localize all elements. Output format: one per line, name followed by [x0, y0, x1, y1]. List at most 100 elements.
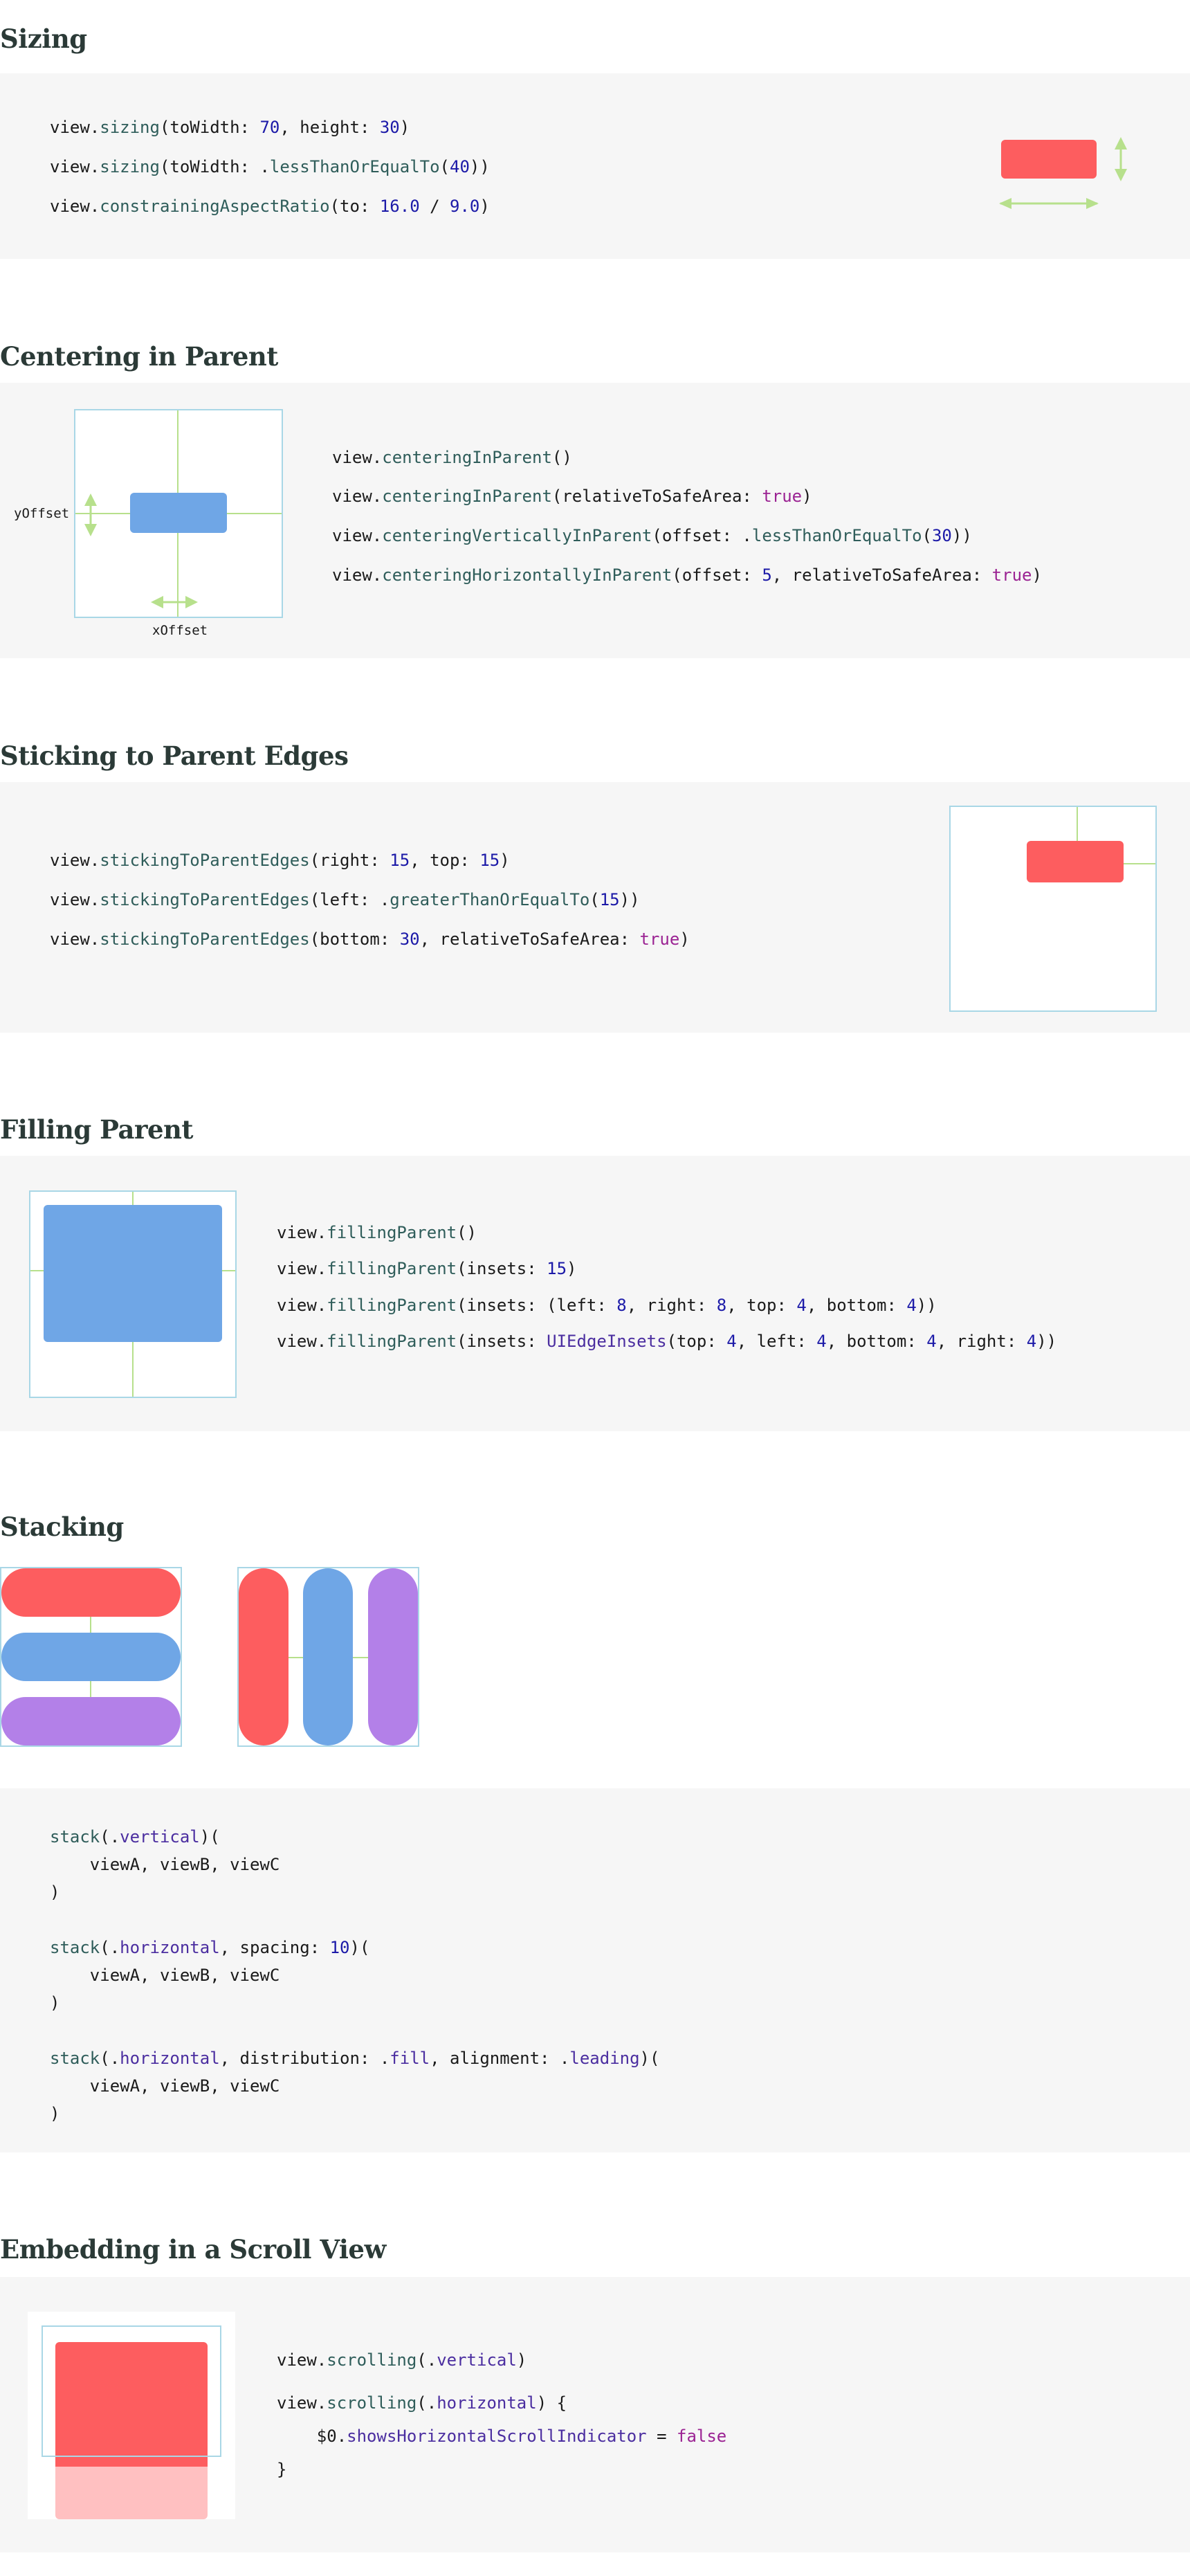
- code-token: 4: [926, 1332, 937, 1351]
- code-token: 10: [329, 1938, 350, 1957]
- code-token: ): [500, 851, 510, 870]
- code-line: view.scrolling(.vertical): [277, 2352, 527, 2368]
- code-token: viewA, viewB, viewC: [50, 1966, 280, 1985]
- scroll-panel: view.scrolling(.vertical) view.scrolling…: [0, 2277, 1190, 2552]
- code-token: stickingToParentEdges: [100, 929, 310, 949]
- code-token: view.: [50, 929, 100, 949]
- code-token: (.: [416, 2350, 437, 2370]
- code-token: horizontal: [120, 2049, 220, 2068]
- code-token: view.: [332, 565, 383, 585]
- code-token: (bottom:: [309, 929, 400, 949]
- code-token: ): [1032, 565, 1042, 585]
- code-token: (): [551, 448, 572, 467]
- code-token: view.: [50, 851, 100, 870]
- code-token: stickingToParentEdges: [100, 851, 310, 870]
- code-line: view.stickingToParentEdges(right: 15, to…: [50, 852, 510, 869]
- code-token: }: [277, 2460, 287, 2479]
- code-token: 30: [931, 526, 952, 545]
- stack-view-b: [303, 1568, 353, 1745]
- code-line: view.centeringHorizontallyInParent(offse…: [332, 567, 1042, 583]
- section-title-centering: Centering in Parent: [0, 341, 278, 372]
- stack-view-b: [1, 1633, 181, 1681]
- code-token: , alignment: .: [430, 2049, 570, 2068]
- code-token: centeringInParent: [382, 448, 552, 467]
- code-token: ): [679, 929, 690, 949]
- code-token: 4: [726, 1332, 737, 1351]
- code-line: view.stickingToParentEdges(left: .greate…: [50, 891, 640, 908]
- code-token: view.: [50, 890, 100, 909]
- code-token: stack: [50, 1938, 100, 1957]
- x-offset-label: xOffset: [152, 623, 208, 638]
- sizing-arrows: [999, 137, 1127, 209]
- sticking-panel: view.stickingToParentEdges(right: 15, to…: [0, 782, 1190, 1033]
- filled-view: [44, 1205, 222, 1342]
- code-token: greaterThanOrEqualTo: [390, 890, 590, 909]
- code-token: ): [567, 1259, 577, 1278]
- parent-frame: [949, 806, 1157, 1012]
- centering-panel: yOffset xOffset view.centeringInParent()…: [0, 383, 1190, 658]
- code-token: 4: [796, 1296, 807, 1315]
- code-token: view.: [277, 1332, 327, 1351]
- section-title-stacking: Stacking: [0, 1512, 124, 1542]
- code-token: (offset: .: [652, 526, 752, 545]
- vertical-stack-frame: [0, 1567, 182, 1747]
- code-token: 5: [762, 565, 772, 585]
- code-line: stack(.vertical)(: [50, 1829, 220, 1845]
- code-token: )(: [199, 1827, 220, 1847]
- code-token: (.: [100, 1827, 120, 1847]
- code-token: view.: [277, 1296, 327, 1315]
- code-line: view.fillingParent(): [277, 1224, 477, 1241]
- stack-view-a: [239, 1568, 289, 1745]
- code-line: view.centeringVerticallyInParent(offset:…: [332, 527, 972, 544]
- stuck-view: [1027, 841, 1124, 882]
- code-token: fillingParent: [327, 1259, 457, 1278]
- code-token: , bottom:: [826, 1332, 927, 1351]
- section-title-sticking: Sticking to Parent Edges: [0, 741, 349, 771]
- code-token: 8: [616, 1296, 627, 1315]
- code-token: UIEdgeInsets: [547, 1332, 667, 1351]
- code-token: )(: [349, 1938, 370, 1957]
- code-token: view.: [332, 448, 383, 467]
- code-token: stack: [50, 1827, 100, 1847]
- code-line: }: [277, 2461, 286, 2478]
- stack-view-a: [1, 1568, 181, 1617]
- code-token: 15: [390, 851, 410, 870]
- code-line: stack(.horizontal, distribution: .fill, …: [50, 2050, 659, 2067]
- code-token: ): [802, 487, 812, 506]
- code-token: ): [50, 1993, 60, 2013]
- code-token: (): [457, 1223, 477, 1242]
- code-token: (.: [416, 2393, 437, 2413]
- code-token: centeringVerticallyInParent: [382, 526, 652, 545]
- code-token: view.: [277, 1223, 327, 1242]
- code-token: (top:: [666, 1332, 727, 1351]
- scroll-view-frame: [42, 2325, 221, 2457]
- code-line: view.fillingParent(insets: UIEdgeInsets(…: [277, 1333, 1056, 1350]
- code-token: 15: [547, 1259, 567, 1278]
- section-title-filling: Filling Parent: [0, 1114, 193, 1145]
- code-line: ): [50, 1995, 60, 2011]
- code-token: viewA, viewB, viewC: [50, 2076, 280, 2096]
- code-token: (.: [100, 2049, 120, 2068]
- code-token: , relativeToSafeArea:: [771, 565, 992, 585]
- code-token: true: [639, 929, 680, 949]
- code-token: viewA, viewB, viewC: [50, 1855, 280, 1874]
- right-guide: [1124, 863, 1155, 864]
- code-token: view.: [332, 526, 383, 545]
- code-token: (insets:: [457, 1259, 547, 1278]
- code-token: )): [916, 1296, 937, 1315]
- stack-view-c: [1, 1697, 181, 1745]
- code-token: 4: [816, 1332, 827, 1351]
- code-token: )): [1036, 1332, 1057, 1351]
- code-line: view.fillingParent(insets: 15): [277, 1260, 577, 1277]
- code-line: viewA, viewB, viewC: [50, 2078, 280, 2094]
- code-token: view.: [277, 2350, 327, 2370]
- parent-frame: [29, 1190, 237, 1398]
- code-token: centeringHorizontallyInParent: [382, 565, 672, 585]
- code-token: leading: [569, 2049, 640, 2068]
- code-token: true: [762, 487, 803, 506]
- code-token: stack: [50, 2049, 100, 2068]
- code-token: , top:: [726, 1296, 797, 1315]
- code-token: stickingToParentEdges: [100, 890, 310, 909]
- code-token: fillingParent: [327, 1223, 457, 1242]
- code-token: (left: .: [309, 890, 390, 909]
